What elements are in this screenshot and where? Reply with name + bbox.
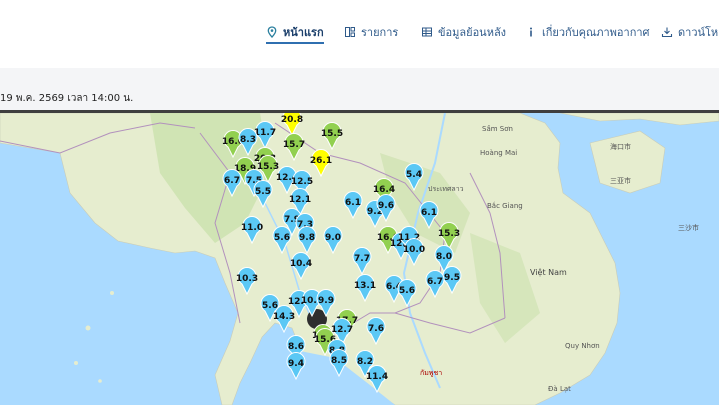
station-value: 15.5 xyxy=(321,129,343,139)
station-value: 16.4 xyxy=(373,185,395,195)
table-icon xyxy=(421,26,433,38)
station-value: 8.5 xyxy=(331,356,347,366)
station-value: 11.4 xyxy=(366,372,388,382)
place-label: 三亚市 xyxy=(610,176,631,185)
island xyxy=(85,325,91,331)
info-icon xyxy=(525,26,537,38)
place-label: Đà Lạt xyxy=(548,385,571,393)
station-value: 9.4 xyxy=(288,359,304,369)
country-label: ประเทศลาว xyxy=(428,185,464,193)
nav-list[interactable]: รายการ xyxy=(344,22,398,42)
station-value: 6.1 xyxy=(421,208,437,218)
station-value: 5.6 xyxy=(274,233,290,243)
station-value: 10.3 xyxy=(236,274,258,284)
station-value: 15.7 xyxy=(283,140,305,150)
measurement-datetime: 19 พ.ค. 2569 เวลา 14:00 น. xyxy=(0,93,134,104)
pin-icon xyxy=(266,26,278,38)
nav-download[interactable]: ดาวน์โหลด xyxy=(661,22,719,42)
station-value: 26.1 xyxy=(310,156,332,166)
place-label: 海口市 xyxy=(610,142,631,151)
air-quality-map[interactable]: 海口市 三亚市 Sầm Sơn Hoàng Mai Bắc Giang Việt… xyxy=(0,110,719,405)
nav-home-label: หน้าแรก xyxy=(283,26,324,39)
nav-history[interactable]: ข้อมูลย้อนหลัง xyxy=(421,22,506,42)
map-canvas[interactable]: 海口市 三亚市 Sầm Sơn Hoàng Mai Bắc Giang Việt… xyxy=(0,113,719,405)
station-value: 8.6 xyxy=(288,342,304,352)
station-value: 6.1 xyxy=(345,198,361,208)
station-value: 15.3 xyxy=(257,162,279,172)
station-value: 9.6 xyxy=(378,201,394,211)
place-label: Quy Nhơn xyxy=(565,342,600,350)
station-value: 5.5 xyxy=(255,187,271,197)
nav-list-label: รายการ xyxy=(361,26,399,39)
station-value: 9.9 xyxy=(318,296,334,306)
station-value: 7.6 xyxy=(368,324,384,334)
station-value: 9.0 xyxy=(325,233,341,243)
station-value: 10.4 xyxy=(290,259,312,269)
station-value: 8.0 xyxy=(436,252,452,262)
station-value: 9.5 xyxy=(444,273,460,283)
place-label: Hoàng Mai xyxy=(480,149,517,157)
station-value: 12.1 xyxy=(289,195,311,205)
island xyxy=(98,379,102,383)
station-value: 14.3 xyxy=(273,312,295,322)
station-value: 11.0 xyxy=(241,223,263,233)
list-icon xyxy=(344,26,356,38)
station-value: 8.2 xyxy=(357,357,373,367)
station-value: 6.7 xyxy=(224,176,240,186)
station-value: 5.6 xyxy=(399,286,415,296)
nav-download-label: ดาวน์โหลด xyxy=(678,26,719,39)
nav-history-label: ข้อมูลย้อนหลัง xyxy=(438,26,507,39)
station-value: 12.7 xyxy=(331,325,353,335)
country-label: กัมพูชา xyxy=(420,369,442,377)
download-icon xyxy=(661,26,673,38)
station-value: 6.7 xyxy=(427,277,443,287)
place-label: 三沙市 xyxy=(678,223,699,232)
place-label: Sầm Sơn xyxy=(482,125,513,133)
station-value: 20.8 xyxy=(281,115,303,125)
station-value: 7.7 xyxy=(354,254,370,264)
station-value: 5.6 xyxy=(262,301,278,311)
station-value: 8.3 xyxy=(240,135,256,145)
station-value: 13.1 xyxy=(354,281,376,291)
nav-home[interactable]: หน้าแรก xyxy=(266,22,324,44)
active-tab-indicator xyxy=(266,42,324,44)
station-value: 12.5 xyxy=(291,177,313,187)
station-value: 9.8 xyxy=(299,233,315,243)
nav-about-label: เกี่ยวกับคุณภาพอากาศ xyxy=(542,26,650,39)
place-label: Bắc Giang xyxy=(487,201,523,210)
station-value: 5.4 xyxy=(406,170,422,180)
country-label: Việt Nam xyxy=(530,267,567,277)
island xyxy=(74,361,78,365)
nav-about[interactable]: เกี่ยวกับคุณภาพอากาศ xyxy=(525,22,650,42)
top-navbar: หน้าแรก รายการ ข้อมูลย้อนหลัง เกี่ยวกับค… xyxy=(0,0,719,68)
island xyxy=(110,291,114,295)
station-value: 15.3 xyxy=(438,229,460,239)
station-value: 10.0 xyxy=(403,245,425,255)
